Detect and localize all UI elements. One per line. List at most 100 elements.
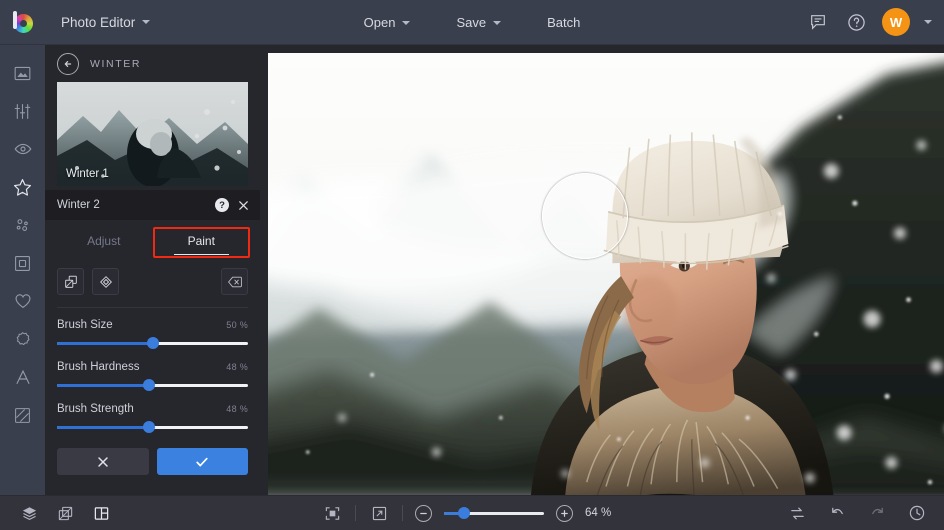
zoom-slider-knob[interactable] — [458, 507, 470, 519]
effects-panel: WINTER — [45, 45, 260, 495]
panel-layout-icon — [93, 505, 110, 522]
apply-button[interactable] — [157, 448, 249, 475]
square-frame-icon — [13, 254, 32, 273]
brush-size-track[interactable] — [57, 336, 248, 350]
panel-header: WINTER — [45, 45, 260, 82]
zoom-in-button[interactable] — [556, 505, 573, 522]
brush-size-value: 50 % — [226, 320, 248, 330]
sidebar-item-image[interactable] — [6, 55, 40, 91]
sidebar-item-favorites[interactable] — [6, 283, 40, 319]
history-button[interactable] — [906, 502, 928, 524]
brush-strength-value: 48 % — [226, 404, 248, 414]
zoom-level-label: 64 % — [585, 507, 623, 519]
sidebar-item-texture[interactable] — [6, 397, 40, 433]
layer-row-winter-2[interactable]: Winter 2 ? — [45, 190, 260, 220]
close-icon — [237, 199, 250, 212]
top-bar-right-actions: W — [806, 8, 944, 36]
zoom-slider[interactable] — [444, 506, 544, 520]
open-button-label: Open — [364, 15, 396, 30]
paint-brush-tool-button[interactable] — [57, 268, 84, 295]
brush-size-fill — [57, 342, 153, 345]
undo-arrow-icon — [829, 505, 846, 522]
clear-backspace-icon — [227, 274, 243, 290]
compare-swap-icon — [789, 505, 806, 522]
sidebar-item-effects[interactable] — [6, 169, 40, 205]
sidebar-item-adjust[interactable] — [6, 93, 40, 129]
layer-name-label: Winter 2 — [57, 199, 207, 211]
fullscreen-button[interactable] — [368, 502, 390, 524]
fit-to-screen-button[interactable] — [321, 502, 343, 524]
tab-paint[interactable]: Paint — [153, 225, 251, 258]
feedback-button[interactable] — [806, 10, 830, 34]
zoom-out-button[interactable] — [415, 505, 432, 522]
sidebar-item-retouch[interactable] — [6, 131, 40, 167]
divider — [402, 505, 403, 521]
plus-icon — [560, 509, 569, 518]
texture-icon — [13, 406, 32, 425]
app-title-label: Photo Editor — [61, 15, 135, 30]
brush-strength-knob[interactable] — [143, 421, 155, 433]
edited-photo — [268, 53, 944, 495]
bottom-bar-right — [786, 502, 944, 524]
tab-adjust-label: Adjust — [87, 234, 120, 248]
canvas-area[interactable] — [260, 45, 944, 495]
question-badge-icon[interactable]: ? — [215, 198, 229, 212]
eye-icon — [13, 139, 33, 159]
undo-button[interactable] — [826, 502, 848, 524]
brush-hardness-knob[interactable] — [143, 379, 155, 391]
heart-icon — [13, 291, 33, 311]
brush-strength-track[interactable] — [57, 420, 248, 434]
help-button[interactable] — [844, 10, 868, 34]
cancel-button[interactable] — [57, 448, 149, 475]
layers-stack-icon — [21, 505, 38, 522]
preset-thumbnail-winter-1[interactable]: Winter 1 — [57, 82, 248, 186]
brush-hardness-track[interactable] — [57, 378, 248, 392]
chevron-down-icon — [402, 21, 410, 25]
clear-mask-button[interactable] — [221, 268, 248, 295]
particles-icon — [13, 216, 32, 235]
sidebar-item-denoise[interactable] — [6, 207, 40, 243]
open-button[interactable]: Open — [351, 9, 424, 36]
brush-hardness-slider: Brush Hardness 48 % — [45, 350, 260, 392]
avatar[interactable]: W — [882, 8, 910, 36]
crop-button[interactable] — [54, 502, 76, 524]
avatar-chevron-down-icon[interactable] — [924, 20, 932, 24]
circle-brush-cursor — [542, 173, 628, 259]
erase-tool-button[interactable] — [92, 268, 119, 295]
preset-thumbnail-label: Winter 1 — [57, 164, 248, 186]
brush-strength-label: Brush Strength — [57, 403, 134, 415]
compare-button[interactable] — [786, 502, 808, 524]
app-logo[interactable] — [0, 0, 45, 45]
brush-hardness-value: 48 % — [226, 362, 248, 372]
brush-hardness-label: Brush Hardness — [57, 361, 139, 373]
redo-button[interactable] — [866, 502, 888, 524]
back-button[interactable] — [57, 53, 79, 75]
paint-tool-row — [45, 258, 260, 295]
sidebar-item-sticker[interactable] — [6, 321, 40, 357]
minus-icon — [419, 509, 428, 518]
batch-button-label: Batch — [547, 15, 580, 30]
brush-strength-slider: Brush Strength 48 % — [45, 392, 260, 434]
layers-button[interactable] — [18, 502, 40, 524]
close-icon — [96, 455, 110, 469]
redo-arrow-icon — [869, 505, 886, 522]
brush-size-knob[interactable] — [147, 337, 159, 349]
badge-icon — [13, 330, 32, 349]
eraser-diamond-icon — [98, 274, 114, 290]
sidebar-item-text[interactable] — [6, 359, 40, 395]
photo-canvas[interactable] — [268, 53, 944, 495]
save-button[interactable]: Save — [443, 9, 514, 36]
check-icon — [194, 454, 210, 470]
brush-hardness-fill — [57, 384, 149, 387]
tab-adjust[interactable]: Adjust — [55, 225, 153, 258]
split-view-button[interactable] — [90, 502, 112, 524]
bottom-bar: 64 % — [0, 495, 944, 530]
star-icon — [12, 177, 33, 198]
batch-button[interactable]: Batch — [534, 9, 593, 36]
app-body: WINTER — [0, 45, 944, 495]
sliders-icon — [13, 102, 32, 121]
sidebar-item-frame[interactable] — [6, 245, 40, 281]
app-title-menu[interactable]: Photo Editor — [49, 9, 162, 36]
close-layer-button[interactable] — [237, 199, 250, 212]
mountain-image-icon — [13, 64, 32, 83]
